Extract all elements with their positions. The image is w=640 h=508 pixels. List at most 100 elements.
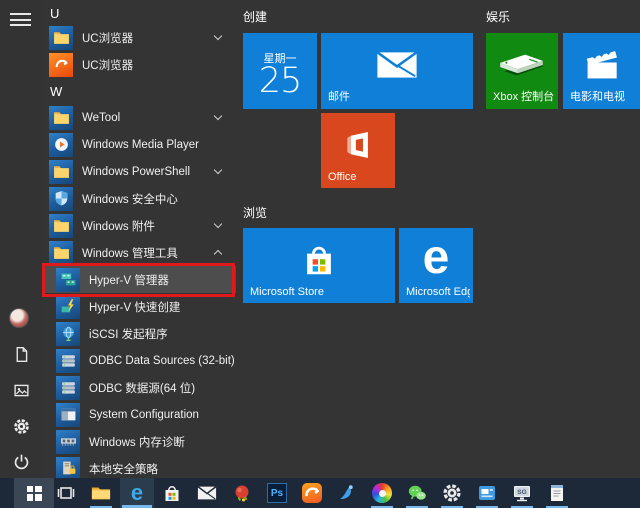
folder-icon <box>49 241 73 265</box>
tile-xbox[interactable]: Xbox 控制台... <box>486 33 558 109</box>
tile-calendar[interactable]: 星期一 25 <box>243 33 317 109</box>
chevron-down-icon <box>214 220 222 228</box>
edge-glyph: e <box>131 482 143 504</box>
tile-group-title-browse[interactable]: 浏览 <box>243 204 267 221</box>
app-label: UC浏览器 <box>82 30 133 46</box>
app-label: UC浏览器 <box>82 57 133 73</box>
blue-panel-app-icon[interactable] <box>470 478 504 508</box>
power-icon[interactable] <box>10 450 32 472</box>
tile-label: Microsoft Store <box>250 286 324 298</box>
app-label: Windows 内存诊断 <box>89 434 185 450</box>
app-list-item-odbc-32[interactable]: ODBC Data Sources (32-bit) <box>44 347 236 374</box>
hamburger-menu-icon[interactable] <box>10 13 31 26</box>
app-list-item-uc-browser-folder[interactable]: UC浏览器 <box>44 24 236 51</box>
chevron-down-icon <box>214 32 222 40</box>
start-menu-panel: U UC浏览器 UC浏览器 W WeTool Windows Media Pla… <box>0 0 640 478</box>
app-list-item-odbc-64[interactable]: ODBC 数据源(64 位) <box>44 374 236 401</box>
uc-browser-icon <box>49 53 73 77</box>
section-label: U <box>50 6 59 21</box>
microsoft-edge-icon[interactable]: e <box>120 478 154 508</box>
tile-label: 电影和电视 <box>570 88 625 104</box>
app-list-section-u[interactable]: U <box>44 2 240 24</box>
app-list-item-memory-diagnostic[interactable]: Windows 内存诊断 <box>44 428 236 455</box>
tile-microsoft-edge[interactable]: e Microsoft Edge <box>399 228 473 303</box>
app-list-item-windows-powershell-folder[interactable]: Windows PowerShell <box>44 158 236 185</box>
app-list-item-iscsi-initiator[interactable]: iSCSI 发起程序 <box>44 320 236 347</box>
app-label: 本地安全策略 <box>89 461 158 477</box>
file-explorer-icon[interactable] <box>84 478 118 508</box>
app-label: Windows 管理工具 <box>82 245 178 261</box>
office-logo-icon <box>321 113 395 176</box>
windows-logo-icon <box>27 486 42 501</box>
calendar-day: 25 <box>243 61 317 101</box>
settings-gear-icon[interactable] <box>435 478 469 508</box>
pictures-icon[interactable] <box>10 379 32 401</box>
folder-icon <box>49 106 73 130</box>
app-list-item-windows-media-player[interactable]: Windows Media Player <box>44 131 236 158</box>
hyperv-quick-icon <box>56 295 80 319</box>
uc-browser-icon[interactable] <box>295 478 329 508</box>
memory-chip-icon <box>56 430 80 454</box>
blue-swoosh-app-icon[interactable] <box>330 478 364 508</box>
start-nav-rail <box>0 0 44 478</box>
tile-movies-tv[interactable]: 电影和电视 <box>563 33 640 109</box>
tile-microsoft-store[interactable]: Microsoft Store <box>243 228 395 303</box>
tile-label: 邮件 <box>328 88 350 104</box>
iscsi-globe-icon <box>56 322 80 346</box>
red-flower-app-icon[interactable] <box>225 478 259 508</box>
security-policy-icon <box>56 457 80 481</box>
app-list-item-windows-admin-tools-folder[interactable]: Windows 管理工具 <box>44 239 236 266</box>
app-list-item-uc-browser[interactable]: UC浏览器 <box>44 51 236 78</box>
app-list-item-windows-security[interactable]: Windows 安全中心 <box>44 185 236 212</box>
app-label: Windows 安全中心 <box>82 191 178 207</box>
settings-gear-icon[interactable] <box>10 415 32 437</box>
task-view-button[interactable] <box>49 478 83 508</box>
app-label: iSCSI 发起程序 <box>89 326 168 342</box>
store-bag-icon <box>243 228 395 291</box>
photoshop-icon[interactable]: Ps <box>260 478 294 508</box>
tile-mail[interactable]: 邮件 <box>321 33 473 109</box>
tile-label: Office <box>328 171 357 183</box>
odbc-database-icon <box>56 349 80 373</box>
tile-label: Microsoft Edge <box>406 286 470 298</box>
taskbar: e Ps <box>0 478 640 508</box>
hyperv-icon <box>56 268 80 292</box>
user-avatar[interactable] <box>9 308 29 328</box>
notepad-app-icon[interactable] <box>540 478 574 508</box>
folder-icon <box>49 160 73 184</box>
odbc-database-icon <box>56 376 80 400</box>
start-button[interactable] <box>14 478 54 508</box>
tile-office[interactable]: Office <box>321 113 395 188</box>
chevron-up-icon <box>214 250 222 258</box>
sogou-monitor-icon[interactable]: SG <box>505 478 539 508</box>
color-wheel-app-icon[interactable] <box>365 478 399 508</box>
app-list-item-windows-accessories-folder[interactable]: Windows 附件 <box>44 212 236 239</box>
system-config-icon <box>56 403 80 427</box>
app-label: Windows 附件 <box>82 218 155 234</box>
app-list-item-system-configuration[interactable]: System Configuration <box>44 401 236 428</box>
windows-start-menu-screen: U UC浏览器 UC浏览器 W WeTool Windows Media Pla… <box>0 0 640 508</box>
section-label: W <box>50 84 62 99</box>
edge-logo-icon: e <box>399 228 473 291</box>
photoshop-label: Ps <box>271 488 283 499</box>
documents-icon[interactable] <box>10 343 32 365</box>
chevron-down-icon <box>214 166 222 174</box>
security-shield-icon <box>49 187 73 211</box>
app-list-item-wetool-folder[interactable]: WeTool <box>44 104 236 131</box>
tile-group-title-create[interactable]: 创建 <box>243 8 267 25</box>
app-label: Windows Media Player <box>82 139 199 151</box>
app-list-item-hyperv-quick-create[interactable]: Hyper-V 快速创建 <box>44 293 236 320</box>
tile-group-title-entertainment[interactable]: 娱乐 <box>486 8 510 25</box>
media-player-icon <box>49 133 73 157</box>
microsoft-store-icon[interactable] <box>155 478 189 508</box>
folder-icon <box>49 26 73 50</box>
app-label: WeTool <box>82 112 120 124</box>
app-label: ODBC Data Sources (32-bit) <box>89 355 235 367</box>
app-label: System Configuration <box>89 409 199 421</box>
wechat-icon[interactable] <box>400 478 434 508</box>
sogou-label: SG <box>512 489 532 496</box>
app-list-section-w[interactable]: W <box>44 78 240 104</box>
tile-label: Xbox 控制台... <box>493 88 555 104</box>
app-list-item-hyperv-manager[interactable]: Hyper-V 管理器 <box>44 266 236 293</box>
mail-icon[interactable] <box>190 478 224 508</box>
